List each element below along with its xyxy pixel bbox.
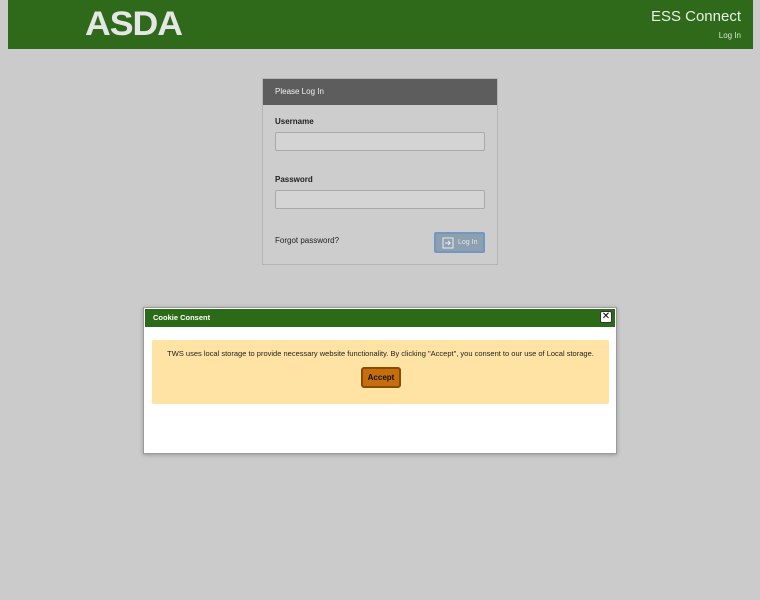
username-label: Username xyxy=(275,117,314,126)
header-login-link[interactable]: Log In xyxy=(719,31,741,40)
username-input[interactable] xyxy=(275,132,485,151)
login-panel-title: Please Log In xyxy=(263,79,497,105)
accept-button[interactable]: Accept xyxy=(361,367,401,388)
login-panel: Please Log In Username Password Forgot p… xyxy=(262,78,498,265)
cookie-consent-title-bar: Cookie Consent ✕ xyxy=(145,309,615,327)
asda-logo: ASDA xyxy=(85,5,183,43)
forgot-password-link[interactable]: Forgot password? xyxy=(275,236,339,245)
top-header: ASDA ESS Connect Log In xyxy=(8,0,753,49)
sign-in-icon xyxy=(442,237,454,248)
login-button[interactable]: Log In xyxy=(434,232,485,253)
cookie-consent-dialog: Cookie Consent ✕ TWS uses local storage … xyxy=(143,307,617,454)
password-label: Password xyxy=(275,175,313,184)
cookie-consent-title: Cookie Consent xyxy=(153,313,211,322)
password-input[interactable] xyxy=(275,190,485,209)
app-title: ESS Connect xyxy=(650,8,741,25)
login-button-label: Log In xyxy=(458,239,478,246)
cookie-consent-message-box: TWS uses local storage to provide necess… xyxy=(152,340,609,404)
cookie-consent-message: TWS uses local storage to provide necess… xyxy=(167,349,594,358)
close-icon[interactable]: ✕ xyxy=(600,311,612,323)
